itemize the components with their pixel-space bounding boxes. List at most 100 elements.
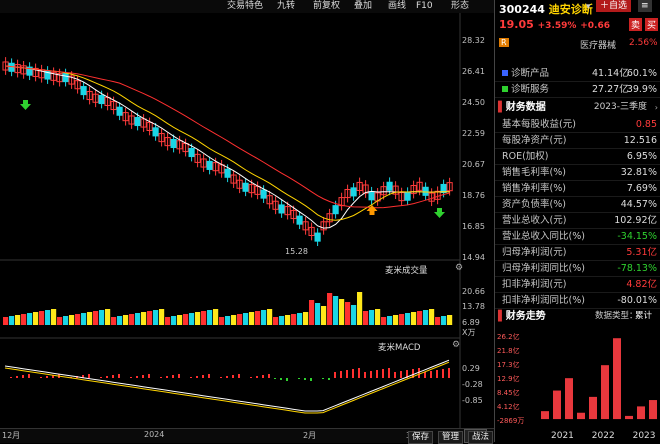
finance-value: 4.82亿 [626, 279, 657, 290]
finance-value: 6.95% [626, 151, 657, 162]
settings-icon[interactable]: ⚙ [455, 263, 463, 273]
volume-bar [351, 305, 357, 325]
volume-bar [237, 314, 243, 325]
macd-label: -0.28 [462, 380, 483, 389]
volume-bar [309, 300, 315, 325]
volume-bar [297, 313, 303, 325]
trend-year-label: 2022 [592, 431, 615, 441]
volume-bar [201, 311, 207, 325]
finance-row: 基本每股收益(元) 0.85 [495, 117, 660, 133]
finance-row: 销售净利率(%) 7.69% [495, 181, 660, 197]
toolbar-pattern[interactable]: 形态 [448, 0, 472, 12]
menu-icon[interactable]: ≡ [638, 0, 652, 12]
trend-y-label: 8.45亿 [497, 388, 520, 397]
toolbar-overlay[interactable]: 叠加 [351, 0, 375, 12]
volume-bar [279, 316, 285, 325]
volume-bar [243, 313, 249, 325]
candle-body [350, 187, 357, 197]
volume-bar [285, 315, 291, 325]
finance-value: -78.13% [617, 263, 657, 274]
volume-bar [57, 317, 63, 325]
buy-button[interactable]: 买 [645, 18, 659, 31]
trend-bar [553, 390, 561, 420]
volume-bar [111, 317, 117, 325]
candle-body [332, 205, 339, 215]
volume-bar [423, 310, 429, 325]
finance-key: 归母净利润(元) [502, 247, 567, 258]
macd-label: 0.29 [462, 364, 480, 373]
candle-body [422, 186, 429, 196]
settings-icon[interactable]: ⚙ [452, 340, 460, 350]
finance-key: 扣非净利润(元) [502, 279, 567, 290]
volume-bar [27, 313, 33, 325]
volume-bar [117, 316, 123, 325]
volume-bar [135, 313, 141, 325]
legend-swatch [502, 70, 508, 76]
finance-period[interactable]: 2023-三季度 [594, 100, 647, 115]
finance-row: 营业总收入(元) 102.92亿 [495, 213, 660, 229]
flag-icon[interactable]: ▾ [586, 2, 591, 12]
finance-row: 销售毛利率(%) 32.81% [495, 165, 660, 181]
industry-label: 医疗器械 [580, 41, 617, 51]
trend-y-label: 4.12亿 [497, 402, 520, 411]
finance-row: 每股净资产(元) 12.516 [495, 133, 660, 149]
finance-value: -34.15% [617, 231, 657, 242]
toolbar-adjust[interactable]: 前复权 [310, 0, 343, 12]
volume-unit: X万 [462, 328, 476, 337]
save-button[interactable]: 保存 [408, 431, 434, 444]
volume-bar [63, 316, 69, 325]
chevron-right-icon[interactable]: › [655, 100, 658, 115]
macd-label: -0.85 [462, 396, 483, 405]
candle-body [152, 127, 159, 137]
candle-body [404, 191, 411, 201]
trend-year-label: 2021 [551, 431, 574, 441]
price-label: 22.59 [462, 129, 485, 138]
volume-bar [249, 312, 255, 325]
volume-bar [141, 312, 147, 325]
volume-bar [105, 309, 111, 325]
trend-type-value[interactable]: 累计 [635, 309, 652, 324]
moving-average-line [5, 65, 450, 221]
trend-type-label: 数据类型： [595, 311, 638, 321]
manage-button[interactable]: 管理 [438, 431, 464, 444]
candle-body [62, 73, 69, 83]
candle-body [260, 189, 267, 199]
volume-bar [261, 310, 267, 325]
revenue-split-row: 诊断产品 41.14亿 60.1% [495, 66, 660, 82]
trend-year-label: 2023 [633, 431, 656, 441]
volume-bar [177, 315, 183, 325]
moving-average-line [5, 65, 450, 229]
sell-signal-arrow [434, 208, 445, 218]
toolbar-draw[interactable]: 画线 [385, 0, 409, 12]
toolbar-nine-turn[interactable]: 九转 [274, 0, 298, 12]
finance-title: 财务数据 [505, 102, 546, 113]
revenue-split-row: 诊断服务 27.27亿 39.9% [495, 82, 660, 98]
toolbar-trading-feature[interactable]: 交易特色 [224, 0, 266, 12]
volume-bar [15, 315, 21, 325]
kline-chart[interactable] [0, 13, 494, 428]
time-axis-label: 2月 [303, 431, 317, 440]
add-watchlist-button[interactable]: ＋自选 [596, 0, 632, 12]
finance-row: 归母净利润同比(%) -78.13% [495, 261, 660, 277]
price-label: 16.85 [462, 222, 485, 231]
volume-bar [405, 313, 411, 325]
trend-bar [613, 338, 621, 420]
volume-bar [207, 310, 213, 325]
trend-bar [577, 412, 585, 420]
toolbar-f10[interactable]: F10 [413, 0, 436, 12]
change-pct: +3.59% [537, 21, 577, 31]
price-label: 24.50 [462, 98, 485, 107]
finance-key: 销售毛利率(%) [502, 167, 566, 178]
volume-bar [387, 316, 393, 325]
finance-value: 102.92亿 [614, 215, 657, 226]
volume-bar [225, 316, 231, 325]
candle-body [116, 106, 123, 116]
volume-bar [333, 296, 339, 325]
sell-button[interactable]: 卖 [629, 18, 643, 31]
volume-bar [447, 315, 453, 325]
change-abs: +0.66 [580, 21, 610, 31]
finance-header: ▌财务数据 2023-三季度 › [495, 100, 660, 115]
strategy-button[interactable]: 战法 [468, 431, 494, 444]
trend-bar [589, 396, 597, 420]
volume-bar [3, 317, 9, 325]
